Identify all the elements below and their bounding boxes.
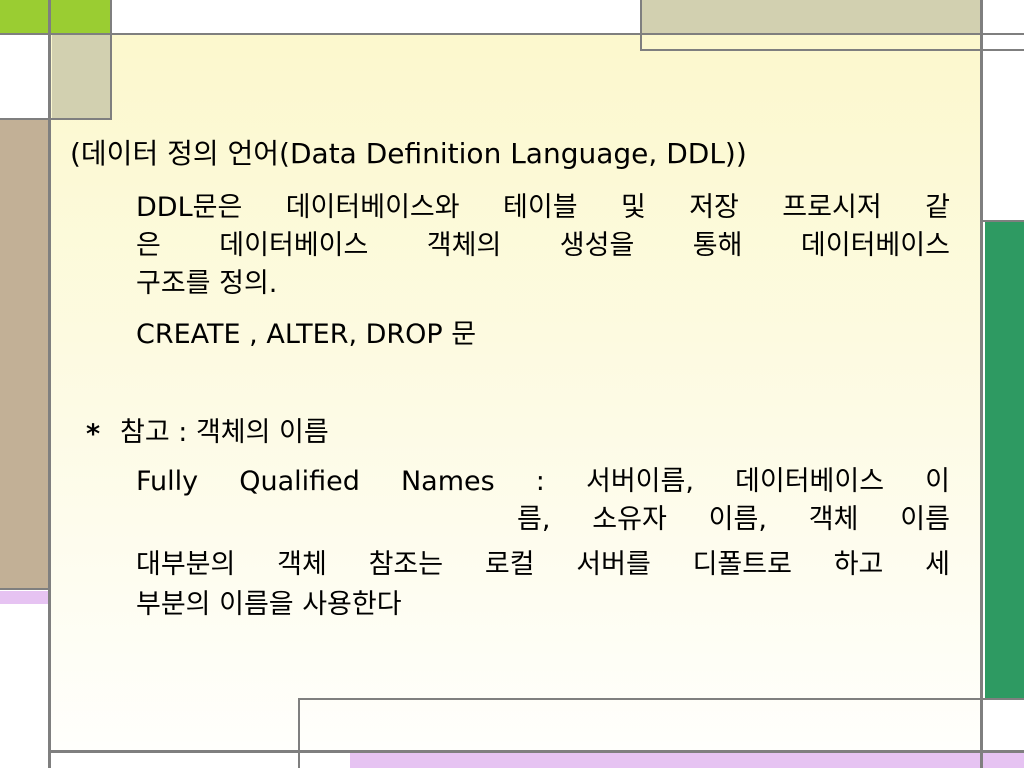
word: : <box>535 466 545 497</box>
word: Fully <box>136 466 199 497</box>
word: 은 <box>136 230 161 261</box>
word: 서버를 <box>576 549 651 580</box>
word: 름, <box>517 504 551 535</box>
ddl-description-line-1: DDL문은 데이터베이스와 테이블 및 저장 프로시저 같 <box>136 191 950 225</box>
word: 객체 <box>277 549 327 580</box>
ddl-description-line-2: 은 데이터베이스 객체의 생성을 통해 데이터베이스 <box>136 229 950 263</box>
slide-content: (데이터 정의 언어(Data Definition Language, DDL… <box>0 0 1024 768</box>
word: 서버이름, <box>585 466 694 497</box>
word: 테이블 <box>503 192 578 223</box>
word: DDL문은 <box>136 192 243 223</box>
word: 하고 <box>833 549 884 580</box>
note-line-1: Fully Qualified Names : 서버이름, 데이터베이스 이 <box>136 465 950 499</box>
note-line-4: 부분의 이름을 사용한다 <box>136 589 402 620</box>
word: Names <box>400 466 495 497</box>
word: 이 <box>925 466 950 497</box>
note-line-3: 대부분의 객체 참조는 로컬 서버를 디폴트로 하고 세 <box>136 548 950 582</box>
word: 이름, <box>708 504 767 535</box>
ddl-statements: CREATE , ALTER, DROP 문 <box>136 319 477 350</box>
word: 통해 <box>692 230 743 261</box>
word: Qualified <box>239 466 360 497</box>
word: 데이터베이스와 <box>285 192 460 223</box>
note-heading: 참고 : 객체의 이름 <box>120 417 329 448</box>
note-bullet: * <box>86 419 101 450</box>
word: 객체 <box>808 504 859 535</box>
word: 생성을 <box>559 230 635 261</box>
word: 데이터베이스 <box>735 466 885 497</box>
word: 참조는 <box>368 549 444 580</box>
word: 로컬 <box>484 549 535 580</box>
word: 저장 <box>689 192 739 223</box>
word: 데이터베이스 <box>800 230 950 261</box>
word: 객체의 <box>426 230 502 261</box>
word: 대부분의 <box>136 549 236 580</box>
word: 데이터베이스 <box>219 230 369 261</box>
word: 소유자 <box>592 504 667 535</box>
word: 디폴트로 <box>692 549 792 580</box>
word: 세 <box>925 549 950 580</box>
ddl-description-line-3: 구조를 정의. <box>136 268 278 299</box>
word: 같 <box>925 192 950 223</box>
word: 이름 <box>900 504 950 535</box>
word: 및 <box>620 192 646 223</box>
note-line-2: 름, 소유자 이름, 객체 이름 <box>517 503 950 537</box>
slide-title: (데이터 정의 언어(Data Definition Language, DDL… <box>70 137 747 170</box>
word: 프로시저 <box>782 192 882 223</box>
